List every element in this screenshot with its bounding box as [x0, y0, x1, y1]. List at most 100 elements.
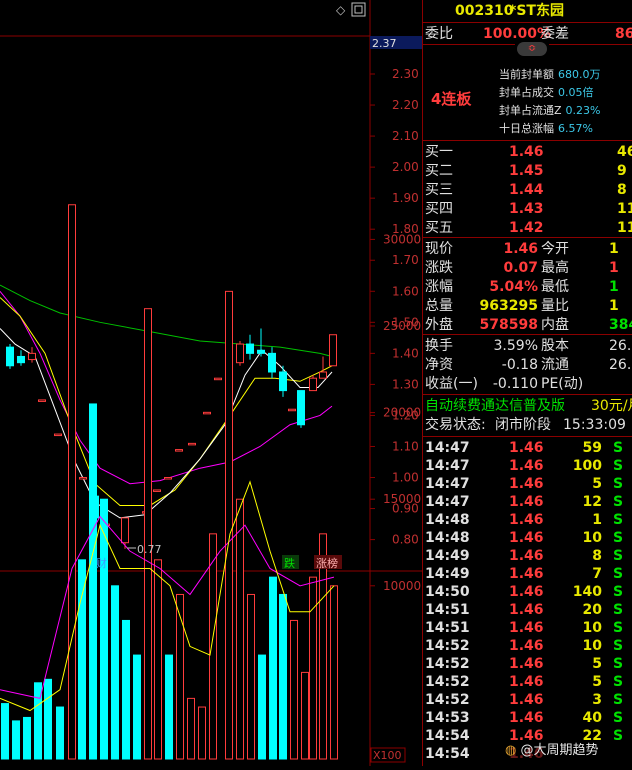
tick-row[interactable]: 14:53 1.46 40 S	[423, 709, 632, 727]
candle-body[interactable]	[164, 477, 172, 480]
tick-volume: 1	[592, 512, 602, 528]
collapse-toggle-icon[interactable]: ≎	[517, 42, 547, 56]
kline-chart[interactable]: ◇ 2.37 2.302.202.102.001.901.801.701.601…	[0, 0, 422, 766]
ma5-line	[0, 328, 333, 519]
marker-zhangbang[interactable]: 涨榜	[316, 556, 338, 570]
bid-price: 1.46	[509, 144, 544, 160]
tick-row[interactable]: 14:48 1.46 10 S	[423, 529, 632, 547]
tick-row[interactable]: 14:47 1.46 59 S	[423, 439, 632, 457]
marker-die[interactable]: 跌	[284, 556, 295, 570]
volume-bar[interactable]	[247, 593, 255, 760]
tick-row[interactable]: 14:47 1.46 100 S	[423, 457, 632, 475]
candle-body[interactable]	[153, 489, 161, 492]
candle-body[interactable]	[121, 517, 129, 544]
tick-price: 1.46	[509, 512, 544, 528]
candle-body[interactable]	[297, 390, 305, 426]
volume-bar[interactable]	[165, 654, 173, 760]
candle-body[interactable]	[236, 343, 244, 364]
tick-side: S	[613, 584, 624, 600]
volume-bar[interactable]	[176, 593, 184, 760]
volume-bar[interactable]	[44, 678, 52, 760]
ad-price[interactable]: 30元/月	[591, 397, 632, 415]
tick-row[interactable]: 14:52 1.46 3 S	[423, 691, 632, 709]
volume-bar[interactable]	[269, 576, 277, 760]
volume-bar[interactable]	[133, 654, 141, 760]
candle-body[interactable]	[28, 352, 36, 361]
candle-body[interactable]	[54, 433, 62, 437]
volume-bar[interactable]	[23, 716, 31, 760]
volume-bar[interactable]	[301, 671, 309, 760]
tick-row[interactable]: 14:49 1.46 8 S	[423, 547, 632, 565]
tick-row[interactable]: 14:52 1.46 5 S	[423, 673, 632, 691]
volume-bar[interactable]	[1, 703, 9, 760]
volume-bar[interactable]	[154, 559, 162, 760]
volume-bar[interactable]	[279, 593, 287, 760]
bid-row[interactable]: 买四 1.43 11(	[423, 200, 632, 218]
volume-bar[interactable]	[330, 585, 338, 760]
volume-bar[interactable]	[209, 533, 217, 760]
quote-label-2: 今开	[541, 241, 569, 257]
window-toggle-inner-icon	[354, 5, 363, 14]
bid-row[interactable]: 买二 1.45 9	[423, 162, 632, 180]
tick-volume: 5	[592, 674, 602, 690]
candle-body[interactable]	[6, 346, 14, 367]
volume-bar[interactable]	[122, 619, 130, 760]
volume-bar[interactable]	[258, 654, 266, 760]
volume-bar[interactable]	[236, 498, 244, 760]
candle-body[interactable]	[288, 408, 296, 412]
tick-side: S	[613, 548, 624, 564]
candle-body[interactable]	[246, 343, 254, 354]
volume-bar[interactable]	[290, 619, 298, 760]
candle-body[interactable]	[268, 352, 276, 373]
watermark-text: @大周期趋势	[520, 743, 599, 758]
volume-bar[interactable]	[225, 290, 233, 760]
tick-row[interactable]: 14:52 1.46 10 S	[423, 637, 632, 655]
candle-body[interactable]	[203, 411, 211, 415]
tick-row[interactable]: 14:50 1.46 140 S	[423, 583, 632, 601]
tick-time: 14:49	[425, 548, 470, 564]
tick-row[interactable]: 14:51 1.46 10 S	[423, 619, 632, 637]
tick-row[interactable]: 14:47 1.46 12 S	[423, 493, 632, 511]
candle-body[interactable]	[38, 399, 46, 402]
candle-body[interactable]	[17, 355, 25, 364]
window-toggle-icon[interactable]	[351, 2, 366, 17]
bid-row[interactable]: 买三 1.44 8	[423, 181, 632, 199]
volume-bar[interactable]	[309, 576, 317, 760]
marker-cai[interactable]: 财	[96, 556, 107, 570]
weibi-row: 委比 100.00% 委差 86	[423, 25, 632, 43]
ad-row[interactable]: 自动续费通达信普及版 30元/月	[423, 397, 632, 415]
volume-bar[interactable]	[34, 682, 42, 760]
diamond-icon[interactable]: ◇	[336, 3, 346, 17]
volume-bar[interactable]	[187, 697, 195, 760]
volume-bar[interactable]	[56, 706, 64, 760]
candle-body[interactable]	[279, 371, 287, 392]
tick-row[interactable]: 14:49 1.46 7 S	[423, 565, 632, 583]
volume-bar[interactable]	[78, 559, 86, 760]
volume-bar[interactable]	[89, 403, 97, 760]
tick-row[interactable]: 14:51 1.46 20 S	[423, 601, 632, 619]
candle-body[interactable]	[79, 477, 87, 480]
volume-bar[interactable]	[198, 706, 206, 760]
volume-bar[interactable]	[68, 204, 76, 760]
candle-body[interactable]	[188, 442, 196, 446]
bid-row[interactable]: 买一 1.46 465	[423, 143, 632, 161]
tick-row[interactable]: 14:47 1.46 5 S	[423, 475, 632, 493]
candle-body[interactable]	[175, 449, 183, 452]
candle-body[interactable]	[319, 371, 327, 379]
candle-body[interactable]	[329, 334, 337, 367]
quote-value: 5.04%	[489, 279, 538, 295]
bid-row[interactable]: 买五 1.42 11	[423, 219, 632, 237]
volume-bar[interactable]	[12, 720, 20, 760]
tick-volume: 140	[572, 584, 602, 600]
tick-row[interactable]: 14:52 1.46 5 S	[423, 655, 632, 673]
candle-body[interactable]	[257, 349, 265, 354]
kline-chart-area[interactable]: ◇ 2.37 2.30 2.20 2.10 2.00 1.90 1.80 1.70 1.60 1…	[0, 0, 422, 766]
tick-row[interactable]: 14:48 1.46 1 S	[423, 511, 632, 529]
volume-bar[interactable]	[111, 585, 119, 760]
ad-text[interactable]: 自动续费通达信普及版	[425, 397, 565, 415]
candle-body[interactable]	[309, 377, 317, 392]
volume-bar[interactable]	[144, 308, 152, 760]
divider	[423, 22, 632, 23]
candle-body[interactable]	[214, 377, 222, 381]
bid-volume: 465	[617, 144, 632, 160]
